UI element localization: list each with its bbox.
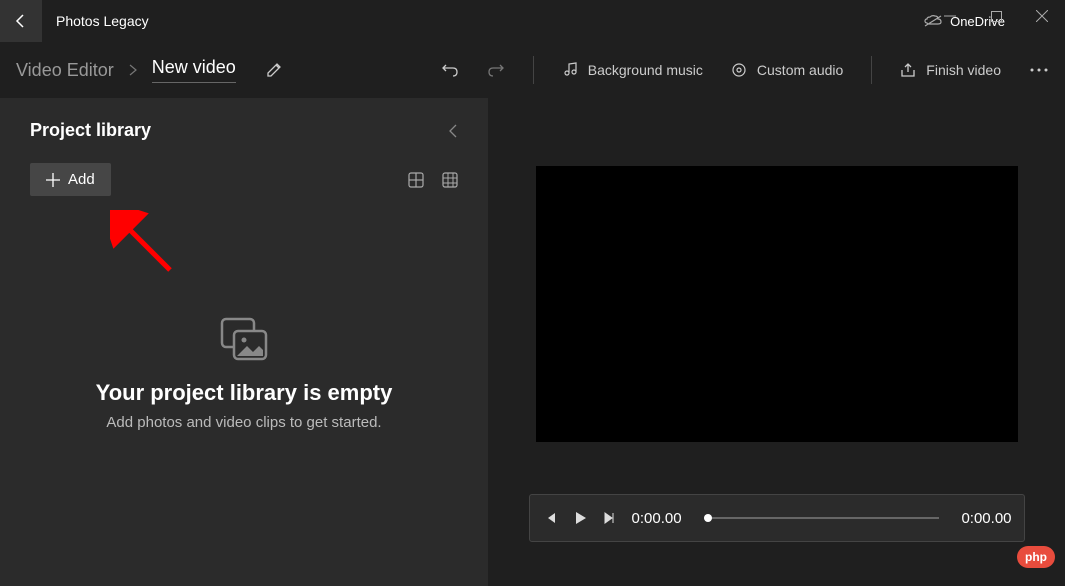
play-button[interactable]	[572, 510, 588, 526]
back-button[interactable]	[0, 0, 42, 42]
scrubber-handle[interactable]	[704, 514, 712, 522]
empty-subtitle: Add photos and video clips to get starte…	[30, 414, 458, 431]
maximize-button[interactable]	[973, 0, 1019, 32]
step-forward-icon	[602, 510, 618, 526]
minimize-icon	[944, 10, 956, 22]
project-library-title: Project library	[30, 120, 151, 141]
bg-music-label: Background music	[588, 62, 703, 78]
add-button[interactable]: Add	[30, 163, 111, 196]
minimize-button[interactable]	[927, 0, 973, 32]
more-button[interactable]	[1029, 67, 1049, 73]
player-controls: 0:00.00 0:00.00	[529, 494, 1025, 542]
close-icon	[1036, 10, 1048, 22]
divider	[871, 56, 872, 84]
custom-audio-button[interactable]: Custom audio	[731, 62, 843, 78]
close-button[interactable]	[1019, 0, 1065, 32]
breadcrumb-current[interactable]: New video	[152, 57, 236, 83]
divider	[533, 56, 534, 84]
photos-empty-icon	[219, 316, 269, 362]
breadcrumb: Video Editor New video	[16, 57, 282, 83]
view-small-button[interactable]	[442, 172, 458, 188]
video-canvas[interactable]	[536, 166, 1018, 442]
finish-video-button[interactable]: Finish video	[900, 62, 1001, 78]
export-icon	[900, 62, 916, 78]
app-title: Photos Legacy	[56, 13, 924, 29]
empty-title: Your project library is empty	[30, 380, 458, 406]
grid-large-icon	[408, 172, 424, 188]
music-icon	[562, 62, 578, 78]
grid-small-icon	[442, 172, 458, 188]
scrubber[interactable]	[704, 517, 940, 519]
php-badge: php	[1017, 546, 1055, 568]
pencil-icon	[266, 62, 282, 78]
total-time: 0:00.00	[961, 510, 1011, 527]
view-large-button[interactable]	[408, 172, 424, 188]
maximize-icon	[991, 11, 1002, 22]
redo-icon	[487, 61, 505, 79]
chevron-right-icon	[128, 64, 138, 76]
preview-panel: 0:00.00 0:00.00	[488, 98, 1065, 586]
add-label: Add	[68, 171, 95, 188]
empty-state: Your project library is empty Add photos…	[30, 316, 458, 431]
audio-icon	[731, 62, 747, 78]
undo-button[interactable]	[441, 61, 459, 79]
more-icon	[1029, 67, 1049, 73]
breadcrumb-parent[interactable]: Video Editor	[16, 60, 114, 81]
play-icon	[572, 510, 588, 526]
prev-frame-button[interactable]	[542, 510, 558, 526]
finish-label: Finish video	[926, 62, 1001, 78]
undo-icon	[441, 61, 459, 79]
collapse-button[interactable]	[448, 124, 458, 138]
current-time: 0:00.00	[632, 510, 682, 527]
chevron-left-icon	[448, 124, 458, 138]
custom-audio-label: Custom audio	[757, 62, 843, 78]
step-back-icon	[542, 510, 558, 526]
next-frame-button[interactable]	[602, 510, 618, 526]
project-library-panel: Project library Add	[0, 98, 488, 586]
plus-icon	[46, 173, 60, 187]
arrow-left-icon	[13, 13, 29, 29]
background-music-button[interactable]: Background music	[562, 62, 703, 78]
redo-button[interactable]	[487, 61, 505, 79]
rename-button[interactable]	[266, 62, 282, 78]
